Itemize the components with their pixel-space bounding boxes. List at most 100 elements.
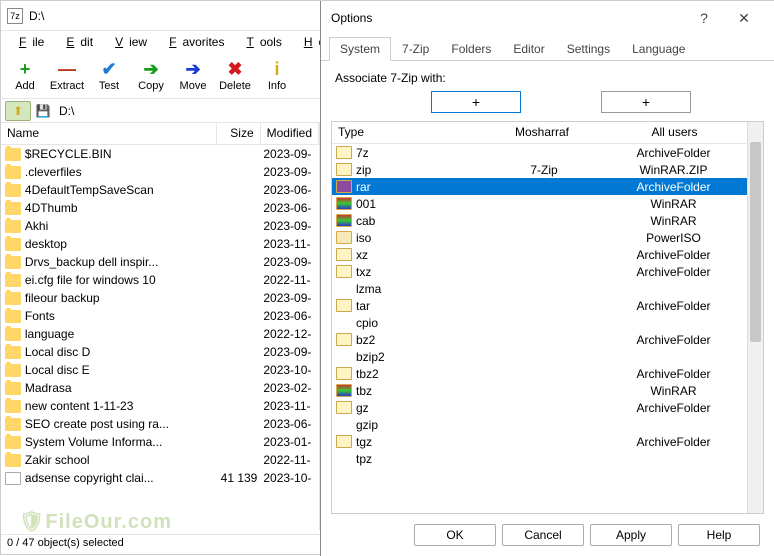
menu-edit[interactable]: Edit — [54, 33, 99, 51]
filetype-icon — [336, 265, 352, 278]
file-row[interactable]: Fonts2023-06- — [1, 307, 319, 325]
toolbar-extract-button[interactable]: —Extract — [47, 57, 87, 94]
toolbar-info-button[interactable]: iInfo — [257, 57, 297, 94]
file-row[interactable]: Madrasa2023-02- — [1, 379, 319, 397]
cancel-button[interactable]: Cancel — [502, 524, 584, 546]
assoc-col-user[interactable]: Mosharraf — [482, 122, 602, 143]
assoc-row[interactable]: tarArchiveFolder — [332, 297, 747, 314]
file-row[interactable]: Zakir school2022-11- — [1, 451, 319, 469]
col-size[interactable]: Size — [217, 123, 261, 144]
plus-user-button[interactable]: + — [431, 91, 521, 113]
filetype-icon — [336, 333, 352, 346]
filetype-icon — [336, 384, 352, 397]
assoc-col-type[interactable]: Type — [332, 122, 482, 143]
toolbar-delete-button[interactable]: ✖Delete — [215, 57, 255, 94]
dialog-tabs: System7-ZipFoldersEditorSettingsLanguage — [321, 35, 774, 61]
help-button[interactable]: Help — [678, 524, 760, 546]
file-row[interactable]: Akhi2023-09- — [1, 217, 319, 235]
file-icon — [5, 472, 21, 485]
file-row[interactable]: SEO create post using ra...2023-06- — [1, 415, 319, 433]
dialog-help-icon[interactable]: ? — [684, 10, 724, 26]
association-list: Type Mosharraf All users 7zArchiveFolder… — [331, 121, 764, 514]
assoc-row[interactable]: gzip — [332, 416, 747, 433]
tab-7zip[interactable]: 7-Zip — [391, 37, 440, 60]
toolbar-test-button[interactable]: ✔Test — [89, 57, 129, 94]
file-row[interactable]: adsense copyright clai...41 1392023-10- — [1, 469, 319, 487]
assoc-row[interactable]: rarArchiveFolder — [332, 178, 747, 195]
file-row[interactable]: desktop2023-11- — [1, 235, 319, 253]
assoc-row[interactable]: txzArchiveFolder — [332, 263, 747, 280]
tab-settings[interactable]: Settings — [556, 37, 621, 60]
file-row[interactable]: new content 1-11-232023-11- — [1, 397, 319, 415]
tab-editor[interactable]: Editor — [502, 37, 555, 60]
file-row[interactable]: Local disc E2023-10- — [1, 361, 319, 379]
filetype-icon — [336, 180, 352, 193]
assoc-row[interactable]: tbzWinRAR — [332, 382, 747, 399]
folder-icon — [5, 454, 21, 467]
folder-icon — [5, 256, 21, 269]
file-row[interactable]: 4DThumb2023-06- — [1, 199, 319, 217]
menu-tools[interactable]: Tools — [234, 33, 287, 51]
filetype-icon — [336, 452, 352, 465]
assoc-row[interactable]: cabWinRAR — [332, 212, 747, 229]
file-row[interactable]: fileour backup2023-09- — [1, 289, 319, 307]
assoc-row[interactable]: 001WinRAR — [332, 195, 747, 212]
file-row[interactable]: .cleverfiles2023-09- — [1, 163, 319, 181]
assoc-row[interactable]: tpz — [332, 450, 747, 467]
tab-system[interactable]: System — [329, 37, 391, 61]
dialog-close-icon[interactable]: ✕ — [724, 10, 764, 27]
assoc-row[interactable]: bz2ArchiveFolder — [332, 331, 747, 348]
assoc-col-allusers[interactable]: All users — [602, 122, 747, 143]
extract-icon: — — [57, 59, 77, 79]
filetype-icon — [336, 418, 352, 431]
copy-icon: ➔ — [141, 59, 161, 79]
assoc-row[interactable]: bzip2 — [332, 348, 747, 365]
file-row[interactable]: language2022-12- — [1, 325, 319, 343]
watermark: 🛡FileOur.com — [19, 509, 172, 534]
assoc-scrollbar[interactable] — [747, 122, 763, 513]
plus-allusers-button[interactable]: + — [601, 91, 691, 113]
assoc-row[interactable]: tbz2ArchiveFolder — [332, 365, 747, 382]
drive-icon: 💾 — [35, 103, 51, 119]
filetype-icon — [336, 282, 352, 295]
assoc-row[interactable]: tgzArchiveFolder — [332, 433, 747, 450]
file-list-header: Name Size Modified — [1, 123, 319, 145]
file-row[interactable]: $RECYCLE.BIN2023-09- — [1, 145, 319, 163]
filetype-icon — [336, 163, 352, 176]
toolbar-move-button[interactable]: ➔Move — [173, 57, 213, 94]
file-row[interactable]: Drvs_backup dell inspir...2023-09- — [1, 253, 319, 271]
col-name[interactable]: Name — [1, 123, 217, 144]
file-row[interactable]: 4DefaultTempSaveScan2023-06- — [1, 181, 319, 199]
file-row[interactable]: System Volume Informa...2023-01- — [1, 433, 319, 451]
menu-view[interactable]: View — [103, 33, 153, 51]
file-row[interactable]: Local disc D2023-09- — [1, 343, 319, 361]
folder-icon — [5, 382, 21, 395]
folder-icon — [5, 148, 21, 161]
menu-favorites[interactable]: Favorites — [157, 33, 230, 51]
filetype-icon — [336, 367, 352, 380]
assoc-row[interactable]: xzArchiveFolder — [332, 246, 747, 263]
filetype-icon — [336, 231, 352, 244]
assoc-row[interactable]: lzma — [332, 280, 747, 297]
assoc-row[interactable]: cpio — [332, 314, 747, 331]
app-icon: 7z — [7, 8, 23, 24]
ok-button[interactable]: OK — [414, 524, 496, 546]
toolbar-copy-button[interactable]: ➔Copy — [131, 57, 171, 94]
apply-button[interactable]: Apply — [590, 524, 672, 546]
filetype-icon — [336, 299, 352, 312]
menu-file[interactable]: File — [7, 33, 50, 51]
col-modified[interactable]: Modified — [261, 123, 319, 144]
filetype-icon — [336, 248, 352, 261]
toolbar-add-button[interactable]: +Add — [5, 57, 45, 94]
assoc-row[interactable]: 7zArchiveFolder — [332, 144, 747, 161]
folder-icon — [5, 328, 21, 341]
file-row[interactable]: ei.cfg file for windows 102022-11- — [1, 271, 319, 289]
up-button[interactable]: ⬆ — [5, 101, 31, 121]
assoc-row[interactable]: gzArchiveFolder — [332, 399, 747, 416]
tab-language[interactable]: Language — [621, 37, 696, 60]
filetype-icon — [336, 316, 352, 329]
assoc-row[interactable]: zip7-ZipWinRAR.ZIP — [332, 161, 747, 178]
assoc-row[interactable]: isoPowerISO — [332, 229, 747, 246]
tab-folders[interactable]: Folders — [440, 37, 502, 60]
delete-icon: ✖ — [225, 59, 245, 79]
